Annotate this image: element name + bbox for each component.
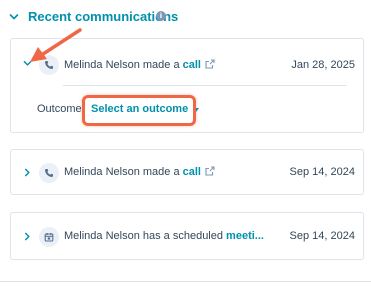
annotation-arrow: [30, 28, 82, 62]
external-link-icon[interactable]: [205, 59, 215, 69]
activity-description: Melinda Nelson made a call: [64, 166, 215, 178]
meeting-link[interactable]: meeti...: [226, 230, 264, 242]
outcome-label: Outcome: [37, 103, 82, 115]
activity-card: Melinda Nelson made a call Sep 14, 2024: [10, 149, 364, 195]
divider: [0, 281, 371, 282]
chevron-right-icon[interactable]: [23, 168, 32, 177]
highlight-box: [82, 95, 196, 126]
calendar-icon: [39, 227, 59, 247]
phone-icon: [39, 163, 59, 183]
divider: [63, 85, 347, 86]
activity-description: Melinda Nelson has a scheduled meeti...: [64, 230, 264, 242]
info-icon[interactable]: i: [156, 11, 166, 21]
chevron-down-icon[interactable]: [9, 12, 19, 22]
call-link[interactable]: call: [183, 166, 201, 178]
external-link-icon[interactable]: [205, 166, 215, 176]
activity-date: Jan 28, 2025: [291, 59, 355, 71]
activity-card: Melinda Nelson has a scheduled meeti... …: [10, 212, 364, 260]
activity-date: Sep 14, 2024: [289, 230, 355, 242]
call-link[interactable]: call: [183, 59, 201, 71]
chevron-right-icon[interactable]: [23, 232, 32, 241]
activity-date: Sep 14, 2024: [289, 166, 355, 178]
